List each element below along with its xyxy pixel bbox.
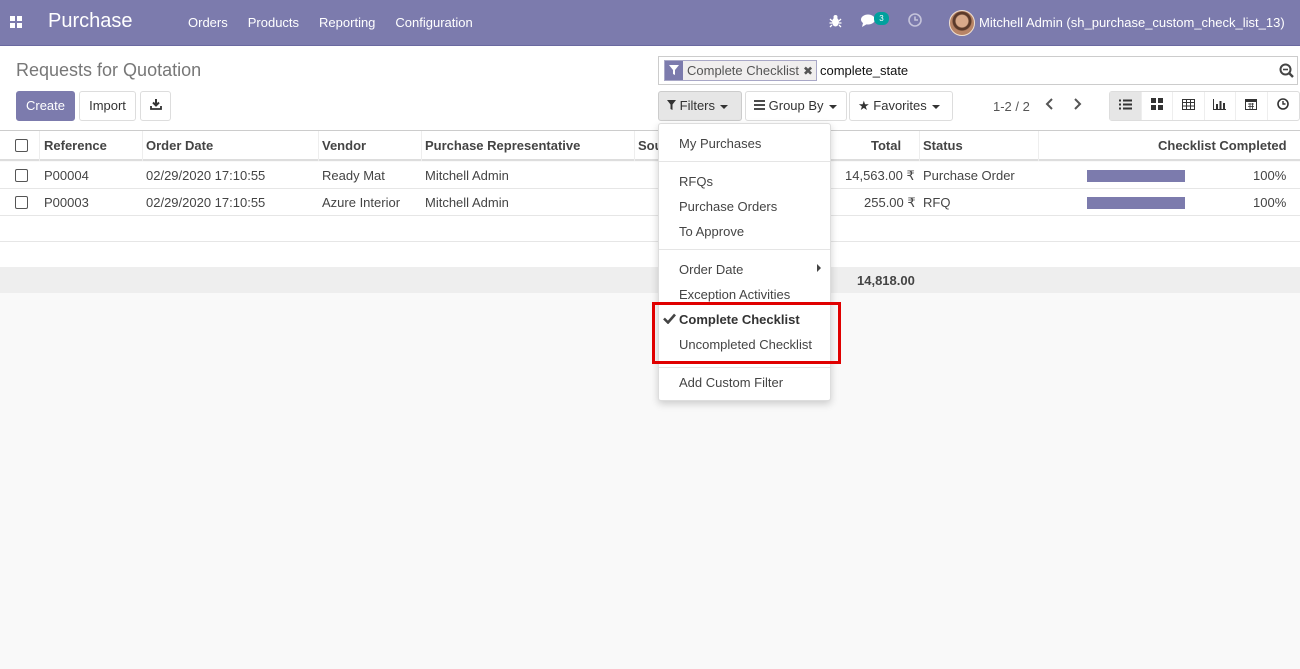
menu-products[interactable]: Products <box>248 15 299 30</box>
empty-row <box>0 216 1300 242</box>
facet-label: Complete Checklist <box>687 63 799 78</box>
top-menu: Orders Products Reporting Configuration <box>188 15 493 30</box>
search-bar[interactable]: Complete Checklist ✖ <box>658 56 1298 85</box>
row-order-date: 02/29/2020 17:10:55 <box>146 168 266 183</box>
filter-funnel-icon <box>665 61 683 80</box>
filter-exception-activities[interactable]: Exception Activities <box>679 287 790 302</box>
search-input[interactable] <box>820 63 1220 78</box>
row-checklist-percent: 100% <box>1253 168 1287 183</box>
pager-value[interactable]: 1-2 / 2 <box>993 99 1030 114</box>
row-vendor: Ready Mat <box>322 168 385 183</box>
filter-rfqs[interactable]: RFQs <box>679 174 713 189</box>
column-reference[interactable]: Reference <box>44 138 107 153</box>
kanban-view-icon[interactable] <box>1142 92 1173 120</box>
footer-total: 14,818.00 <box>857 273 915 288</box>
user-avatar[interactable] <box>949 10 975 36</box>
menu-divider <box>659 161 830 162</box>
app-name[interactable]: Purchase <box>48 10 133 33</box>
checklist-progress-bar <box>1087 197 1185 209</box>
row-status: Purchase Order <box>923 168 1015 183</box>
column-checklist-completed[interactable]: Checklist Completed <box>1158 138 1287 153</box>
column-purchase-representative[interactable]: Purchase Representative <box>425 138 580 153</box>
menu-reporting[interactable]: Reporting <box>319 15 375 30</box>
table-header: Reference Order Date Vendor Purchase Rep… <box>0 131 1300 161</box>
bars-icon <box>754 100 765 110</box>
breadcrumb-title: Requests for Quotation <box>16 60 202 80</box>
filter-my-purchases[interactable]: My Purchases <box>679 136 761 151</box>
row-status: RFQ <box>923 195 951 210</box>
filters-dropdown-button[interactable]: Filters <box>658 91 742 121</box>
caret-down-icon <box>931 104 940 109</box>
user-menu[interactable]: Mitchell Admin (sh_purchase_custom_check… <box>979 15 1285 30</box>
filter-purchase-orders[interactable]: Purchase Orders <box>679 199 777 214</box>
filter-icon <box>667 100 676 110</box>
row-checklist-percent: 100% <box>1253 195 1287 210</box>
column-order-date[interactable]: Order Date <box>146 138 213 153</box>
row-total: 255.00 ₹ <box>864 195 916 210</box>
control-panel: Requests for Quotation Create Import Com… <box>0 46 1300 131</box>
export-download-button[interactable] <box>140 91 171 121</box>
activity-view-icon[interactable] <box>1268 92 1300 120</box>
row-reference: P00004 <box>44 168 89 183</box>
row-vendor: Azure Interior <box>322 195 401 210</box>
top-navbar: Purchase Orders Products Reporting Confi… <box>0 0 1300 46</box>
column-vendor[interactable]: Vendor <box>322 138 366 153</box>
row-purchase-representative: Mitchell Admin <box>425 195 509 210</box>
table-row[interactable]: P00004 02/29/2020 17:10:55 Ready Mat Mit… <box>0 162 1300 189</box>
debug-bug-icon[interactable] <box>829 14 842 31</box>
calendar-view-icon[interactable] <box>1236 92 1268 120</box>
download-icon <box>149 99 162 113</box>
graph-view-icon[interactable] <box>1205 92 1236 120</box>
pager-next-icon[interactable] <box>1073 97 1082 113</box>
filter-order-date[interactable]: Order Date <box>679 262 743 277</box>
add-custom-filter[interactable]: Add Custom Filter <box>679 375 783 390</box>
row-checkbox[interactable] <box>15 169 28 182</box>
messages-count-badge: 3 <box>874 12 889 25</box>
submenu-arrow-icon <box>817 264 821 272</box>
column-total[interactable]: Total <box>871 138 901 153</box>
row-checkbox[interactable] <box>15 196 28 209</box>
import-button[interactable]: Import <box>79 91 136 121</box>
pager-previous-icon[interactable] <box>1045 97 1054 113</box>
pivot-view-icon[interactable] <box>1173 92 1205 120</box>
row-purchase-representative: Mitchell Admin <box>425 168 509 183</box>
activity-clock-icon[interactable] <box>908 13 922 31</box>
menu-divider <box>659 249 830 250</box>
view-switcher <box>1109 91 1300 121</box>
groupby-label: Group By <box>768 98 824 113</box>
caret-down-icon <box>828 104 837 109</box>
favorites-label: Favorites <box>873 98 927 113</box>
column-status[interactable]: Status <box>923 138 963 153</box>
row-reference: P00003 <box>44 195 89 210</box>
filters-label: Filters <box>679 98 716 113</box>
apps-menu-icon[interactable] <box>10 16 22 28</box>
menu-divider <box>659 367 830 368</box>
row-order-date: 02/29/2020 17:10:55 <box>146 195 266 210</box>
menu-orders[interactable]: Orders <box>188 15 228 30</box>
create-button[interactable]: Create <box>16 91 75 121</box>
menu-configuration[interactable]: Configuration <box>395 15 472 30</box>
groupby-dropdown-button[interactable]: Group By <box>745 91 847 121</box>
facet-remove-icon[interactable]: ✖ <box>803 64 816 78</box>
star-icon: ★ <box>858 98 870 113</box>
empty-row <box>0 242 1300 268</box>
search-magnifier-icon[interactable] <box>1279 63 1294 81</box>
annotation-highlight-box <box>652 302 841 364</box>
search-facet: Complete Checklist ✖ <box>664 60 818 81</box>
checklist-progress-fill <box>1087 170 1185 182</box>
filter-to-approve[interactable]: To Approve <box>679 224 744 239</box>
checklist-progress-fill <box>1087 197 1185 209</box>
row-total: 14,563.00 ₹ <box>845 168 915 183</box>
checklist-progress-bar <box>1087 170 1185 182</box>
table-row[interactable]: P00003 02/29/2020 17:10:55 Azure Interio… <box>0 189 1300 216</box>
select-all-checkbox[interactable] <box>15 139 28 152</box>
caret-down-icon <box>720 104 729 109</box>
favorites-dropdown-button[interactable]: ★ Favorites <box>849 91 953 121</box>
table-footer: 14,818.00 <box>0 267 1300 293</box>
list-view-icon[interactable] <box>1110 92 1142 120</box>
